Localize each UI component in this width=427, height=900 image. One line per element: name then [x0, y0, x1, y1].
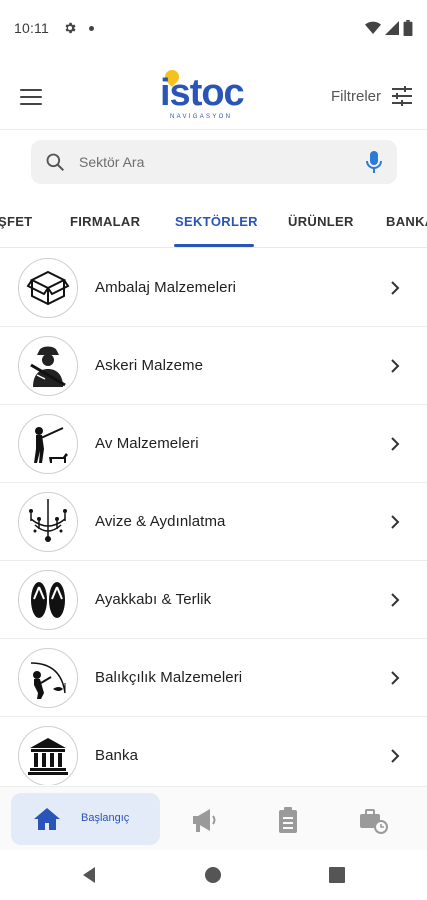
logo-text: istoc: [160, 72, 245, 114]
search-icon: [46, 153, 65, 172]
sector-name: Avize & Aydınlatma: [95, 513, 226, 530]
battery-icon: [403, 20, 413, 36]
app-logo: istoc NAVIGASYON: [160, 67, 270, 126]
nav-home-button[interactable]: Başlangıç: [11, 793, 160, 845]
sector-name: Av Malzemeleri: [95, 435, 199, 452]
recents-icon[interactable]: [329, 867, 345, 883]
hamburger-line: [20, 89, 42, 91]
chevron-right-icon: [391, 359, 400, 373]
tab-sektorler[interactable]: SEKTÖRLER: [175, 214, 258, 229]
chevron-right-icon: [391, 749, 400, 763]
hamburger-line: [20, 96, 42, 98]
chevron-right-icon: [391, 593, 400, 607]
sector-name: Ayakkabı & Terlik: [95, 591, 212, 608]
hunter-icon: [18, 414, 78, 474]
tab-sefet[interactable]: ŞFET: [0, 214, 32, 229]
list-item[interactable]: Ayakkabı & Terlik: [0, 561, 427, 639]
tab-firmalar[interactable]: FIRMALAR: [70, 214, 140, 229]
signal-icon: [385, 21, 399, 35]
box-icon: [18, 258, 78, 318]
chevron-right-icon: [391, 515, 400, 529]
sector-name: Ambalaj Malzemeleri: [95, 279, 237, 296]
tab-urunler[interactable]: ÜRÜNLER: [288, 214, 354, 229]
sector-name: Askeri Malzeme: [95, 357, 204, 374]
list-item[interactable]: Askeri Malzeme: [0, 327, 427, 405]
menu-button[interactable]: [18, 86, 44, 108]
bank-icon: [18, 726, 78, 785]
back-icon[interactable]: [80, 866, 98, 884]
notification-dot: [89, 25, 94, 31]
list-item[interactable]: Balıkçılık Malzemeleri: [0, 639, 427, 717]
briefcase-clock-icon[interactable]: [358, 805, 388, 835]
tab-banka[interactable]: BANKA: [386, 214, 427, 229]
list-item[interactable]: Banka: [0, 717, 427, 785]
wifi-icon: [365, 21, 381, 34]
system-navigation-bar: [0, 850, 427, 900]
list-item[interactable]: Avize & Aydınlatma: [0, 483, 427, 561]
list-item[interactable]: Ambalaj Malzemeleri: [0, 249, 427, 327]
chevron-right-icon: [391, 437, 400, 451]
status-bar: 10:11: [0, 0, 427, 56]
chevron-right-icon: [391, 671, 400, 685]
nav-home-label: Başlangıç: [81, 812, 130, 824]
active-tab-indicator: [174, 244, 254, 247]
app-bar: istoc NAVIGASYON Filtreler: [0, 56, 427, 130]
home-circle-icon[interactable]: [204, 866, 222, 884]
sector-name: Balıkçılık Malzemeleri: [95, 669, 243, 686]
filter-button[interactable]: Filtreler: [331, 86, 413, 106]
settings-icon: [65, 22, 76, 34]
soldier-icon: [18, 336, 78, 396]
sector-name: Banka: [95, 747, 139, 764]
flip-flops-icon: [18, 570, 78, 630]
sliders-icon: [392, 86, 412, 106]
list-item[interactable]: Av Malzemeleri: [0, 405, 427, 483]
status-time: 10:11: [14, 20, 49, 36]
microphone-icon[interactable]: [365, 150, 383, 174]
tab-bar: ŞFET FIRMALAR SEKTÖRLER ÜRÜNLER BANKA: [0, 198, 427, 248]
home-icon: [34, 808, 60, 830]
bottom-nav: Başlangıç: [0, 786, 427, 850]
chandelier-icon: [18, 492, 78, 552]
clipboard-icon[interactable]: [273, 805, 303, 835]
sector-list: Ambalaj Malzemeleri Askeri Malzeme Av Ma…: [0, 249, 427, 785]
search-bar: [31, 140, 397, 184]
filter-label: Filtreler: [330, 87, 381, 105]
fishing-icon: [18, 648, 78, 708]
megaphone-icon[interactable]: [189, 805, 219, 835]
search-input[interactable]: [79, 154, 365, 170]
logo-subtext: NAVIGASYON: [170, 114, 233, 120]
hamburger-line: [20, 103, 42, 105]
chevron-right-icon: [391, 281, 400, 295]
